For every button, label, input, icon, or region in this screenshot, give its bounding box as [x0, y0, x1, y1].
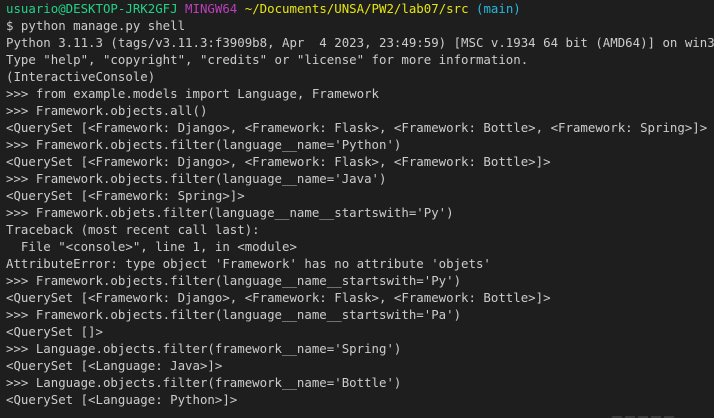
status-bar-partial: [612, 412, 702, 418]
input-line: >>> Framework.objets.filter(language__na…: [6, 205, 454, 220]
traceback-line: Traceback (most recent call last):: [6, 222, 260, 237]
input-line: >>> Framework.objects.filter(language__n…: [6, 307, 462, 322]
input-line: >>> Framework.objects.all(): [6, 103, 208, 118]
output-line: <QuerySet [<Framework: Django>, <Framewo…: [6, 154, 551, 169]
output-line: <QuerySet []>: [6, 324, 103, 339]
output-line: <QuerySet [<Language: Java>]>: [6, 358, 223, 373]
input-line: >>> Language.objects.filter(framework__n…: [6, 375, 402, 390]
prompt-line: usuario@DESKTOP-JRK2GFJ MINGW64 ~/Docume…: [6, 0, 714, 17]
output-line: <QuerySet [<Language: Python>]>: [6, 392, 238, 407]
prompt-user-host: usuario@DESKTOP-JRK2GFJ: [6, 1, 178, 16]
input-line: >>> Framework.objects.filter(language__n…: [6, 273, 462, 288]
output-line: Type "help", "copyright", "credits" or "…: [6, 52, 529, 67]
traceback-line: File "<console>", line 1, in <module>: [6, 239, 297, 254]
command-line: $ python manage.py shell: [6, 18, 186, 33]
output-line: (InteractiveConsole): [6, 69, 156, 84]
output-line: <QuerySet [<Framework: Spring>]>: [6, 188, 245, 203]
error-line: AttributeError: type object 'Framework' …: [6, 256, 491, 271]
output-line: <QuerySet [<Framework: Django>, <Framewo…: [6, 120, 708, 135]
input-line: >>> Framework.objects.filter(language__n…: [6, 137, 402, 152]
input-line: >>> from example.models import Language,…: [6, 86, 379, 101]
output-line: Python 3.11.3 (tags/v3.11.3:f3909b8, Apr…: [6, 35, 714, 50]
prompt-git-branch: (main): [476, 1, 521, 16]
prompt-path: ~/Documents/UNSA/PW2/lab07/src: [244, 1, 469, 16]
input-line: >>> Framework.objects.filter(language__n…: [6, 171, 387, 186]
output-line: <QuerySet [<Framework: Django>, <Framewo…: [6, 290, 551, 305]
input-line: >>> Language.objects.filter(framework__n…: [6, 341, 402, 356]
terminal-window[interactable]: usuario@DESKTOP-JRK2GFJ MINGW64 ~/Docume…: [0, 0, 714, 418]
prompt-system: MINGW64: [185, 1, 238, 16]
